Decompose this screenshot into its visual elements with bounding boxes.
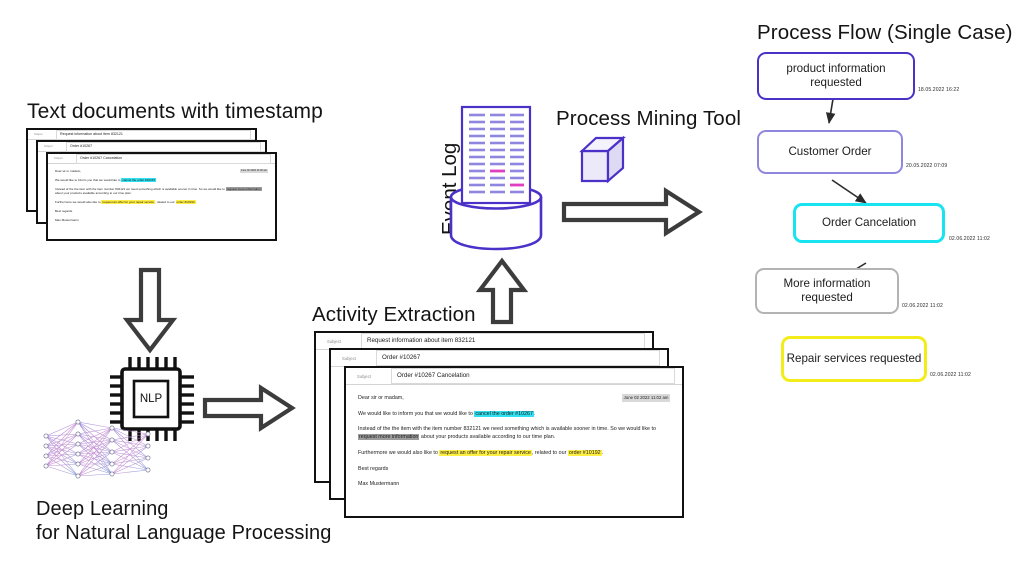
email-subject-row: Subject Order #10267 Cancelation: [346, 368, 682, 385]
process-step-1[interactable]: Customer Order: [757, 130, 903, 174]
email-card-front[interactable]: Subject Order #10267 Cancelation June 02…: [46, 152, 277, 241]
subject-label: Subject: [34, 133, 43, 136]
email-body: June 02 2022 11:02 am Dear sir or madam,…: [48, 164, 275, 230]
email-subject: Order #10267 Cancelation: [76, 153, 271, 164]
arrow-documents-to-nlp: [122, 267, 178, 354]
highlight-repair-service: request an offer for your repair service: [439, 449, 532, 456]
activity-extraction-heading: Activity Extraction: [312, 303, 476, 326]
email-subject: Request information about item 832121: [56, 129, 251, 140]
subject-label: Subject: [54, 157, 63, 160]
email-paragraph-3: Furthermore we would also like to reques…: [55, 199, 197, 204]
arrow-event-log-to-process-flow: [561, 187, 703, 237]
event-log-document-icon: [460, 105, 532, 210]
neural-network-icon: [38, 414, 158, 491]
highlight-more-information: request more information: [225, 186, 262, 191]
process-step-3-timestamp: 02.06.2022 11:02: [902, 303, 943, 309]
email-subject-row: Subject Request information about item 8…: [28, 129, 255, 140]
deep-learning-label-line1: Deep Learning: [36, 498, 169, 520]
email-signoff: Best regards: [55, 208, 73, 213]
arrow-nlp-to-activity-extraction: [202, 384, 296, 432]
email-sender: Max Mustermann: [358, 481, 400, 488]
email-subject: Request information about item 832121: [361, 333, 645, 349]
process-step-2-timestamp: 02.06.2022 11:02: [949, 236, 990, 242]
highlight-cancel-order: cancel the order #10267: [121, 177, 157, 182]
email-subject-row: Subject Order #10267: [331, 350, 667, 367]
process-step-4[interactable]: Repair services requested: [781, 336, 927, 382]
extracted-email-card-front[interactable]: Subject Order #10267 Cancelation June 02…: [344, 366, 684, 518]
email-signoff: Best regards: [358, 465, 389, 472]
process-step-3[interactable]: More information requested: [755, 268, 899, 314]
process-mining-tool-heading: Process Mining Tool: [556, 107, 741, 130]
process-step-0-timestamp: 18.05.2022 16:22: [918, 87, 960, 93]
process-step-1-timestamp: 20.05.2022 07:09: [906, 163, 948, 169]
subject-label: Subject: [342, 355, 356, 361]
highlight-cancel-order: cancel the order #10267: [474, 410, 534, 417]
email-paragraph-2: Instead of the the item with the item nu…: [55, 186, 262, 196]
email-timestamp: June 02 2022 11:02 am: [239, 169, 268, 173]
highlight-order-number: order #10192: [567, 449, 602, 456]
arrow-activity-to-event-log: [475, 257, 529, 325]
email-subject: Order #10267: [376, 350, 660, 366]
email-paragraph-1: We would like to inform you that we woul…: [55, 177, 158, 182]
subject-label: Subject: [327, 338, 341, 344]
email-greeting: Dear sir or madam,: [55, 169, 82, 173]
email-paragraph-1: We would like to inform you that we woul…: [358, 410, 536, 417]
email-subject-row: Subject Order #10267 Cancelation: [48, 153, 275, 164]
cube-icon: [578, 133, 634, 194]
email-sender: Max Mustermann: [55, 217, 79, 222]
email-subject: Order #10267 Cancelation: [391, 368, 675, 384]
deep-learning-label-line2: for Natural Language Processing: [36, 522, 332, 544]
email-timestamp: June 02 2022 11:02 am: [622, 394, 670, 402]
subject-label: Subject: [357, 373, 371, 379]
process-step-2[interactable]: Order Cancelation: [793, 203, 945, 243]
process-step-4-timestamp: 02.06.2022 11:02: [930, 372, 971, 378]
email-paragraph-3: Furthermore we would also like to reques…: [358, 449, 604, 456]
email-subject: Order #10267: [66, 141, 261, 152]
subject-label: Subject: [44, 145, 53, 148]
highlight-repair-service: request an offer for your repair service: [101, 199, 156, 204]
highlight-more-information: request more information: [358, 434, 420, 441]
text-documents-heading: Text documents with timestamp: [27, 100, 323, 123]
process-step-0[interactable]: product information requested: [757, 52, 915, 100]
process-flow-heading: Process Flow (Single Case): [757, 21, 1013, 44]
email-paragraph-2: Instead of the the item with the item nu…: [358, 426, 656, 441]
email-subject-row: Subject Order #10267: [38, 141, 265, 152]
highlight-order-number: order #10192: [175, 199, 196, 204]
email-body: June 02 2022 11:02 am Dear sir or madam,…: [346, 385, 682, 503]
